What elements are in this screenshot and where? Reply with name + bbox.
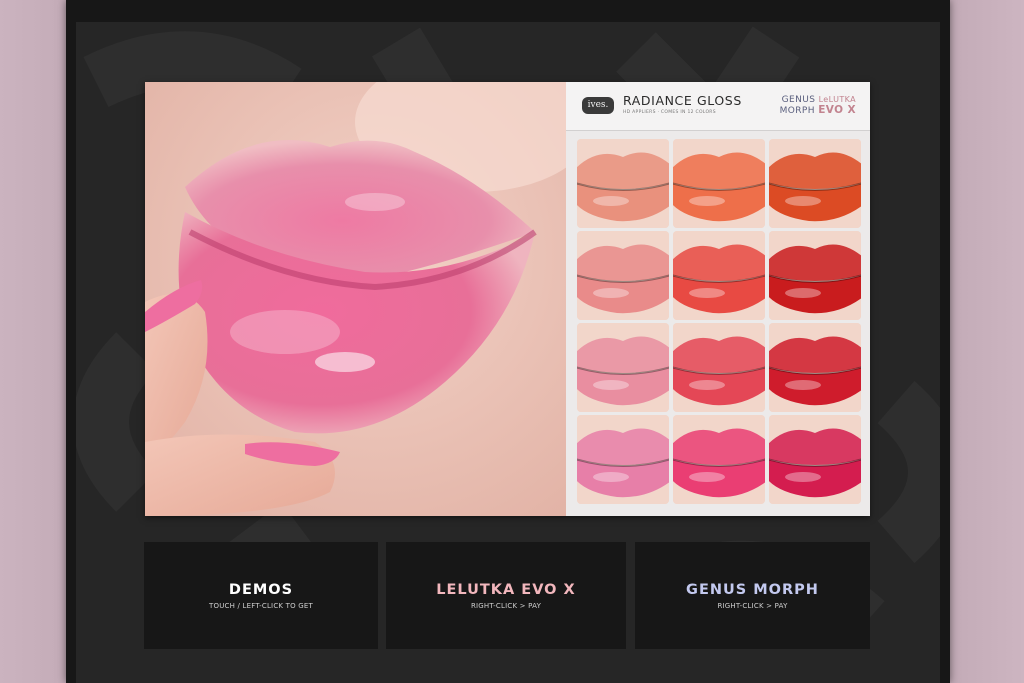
wall-left: [0, 0, 66, 683]
lip-swatch: [673, 139, 765, 228]
demos-subtitle: TOUCH / LEFT-CLICK TO GET: [209, 602, 313, 610]
lip-swatch: [673, 323, 765, 412]
product-title: RADIANCE GLOSS: [623, 93, 742, 108]
lip-swatch: [673, 231, 765, 320]
product-advertisement: ives. RADIANCE GLOSS HD APPLIERS · COMES…: [145, 82, 870, 516]
compatibility-logos: GENUS LeLUTKA MORPH EVO X: [780, 95, 856, 117]
genus-title: GENUS MORPH: [686, 582, 819, 598]
lelutka-evo-x-button[interactable]: LELUTKA EVO X RIGHT-CLICK > PAY: [386, 542, 626, 649]
lip-swatch: [769, 139, 861, 228]
product-subtitle: HD APPLIERS · COMES IN 12 COLORS: [623, 110, 716, 115]
lip-swatch: [673, 415, 765, 504]
demos-title: DEMOS: [228, 582, 294, 598]
lip-swatch: [769, 231, 861, 320]
lelutka-title: LELUTKA EVO X: [436, 582, 576, 598]
panel-header: ives. RADIANCE GLOSS HD APPLIERS · COMES…: [566, 82, 870, 131]
lip-swatch: [769, 323, 861, 412]
genus-subtitle: RIGHT-CLICK > PAY: [717, 602, 788, 610]
lip-swatch: [577, 139, 669, 228]
demos-button[interactable]: DEMOS TOUCH / LEFT-CLICK TO GET: [144, 542, 378, 649]
compat-morph: MORPH: [779, 106, 815, 116]
lips-photo: [145, 82, 566, 516]
lip-swatch: [577, 415, 669, 504]
genus-morph-button[interactable]: GENUS MORPH RIGHT-CLICK > PAY: [635, 542, 870, 649]
lelutka-subtitle: RIGHT-CLICK > PAY: [470, 602, 542, 610]
lip-swatch: [577, 231, 669, 320]
color-panel: ives. RADIANCE GLOSS HD APPLIERS · COMES…: [566, 82, 870, 516]
lip-swatch: [577, 323, 669, 412]
brand-logo: ives.: [582, 97, 614, 114]
compat-genus: GENUS: [781, 95, 816, 105]
wall-right: [950, 0, 1024, 683]
compat-evo-x: EVO X: [818, 104, 856, 116]
lip-swatch: [769, 415, 861, 504]
compat-lelutka: LeLUTKA: [818, 95, 856, 104]
swatch-grid: [577, 139, 864, 509]
